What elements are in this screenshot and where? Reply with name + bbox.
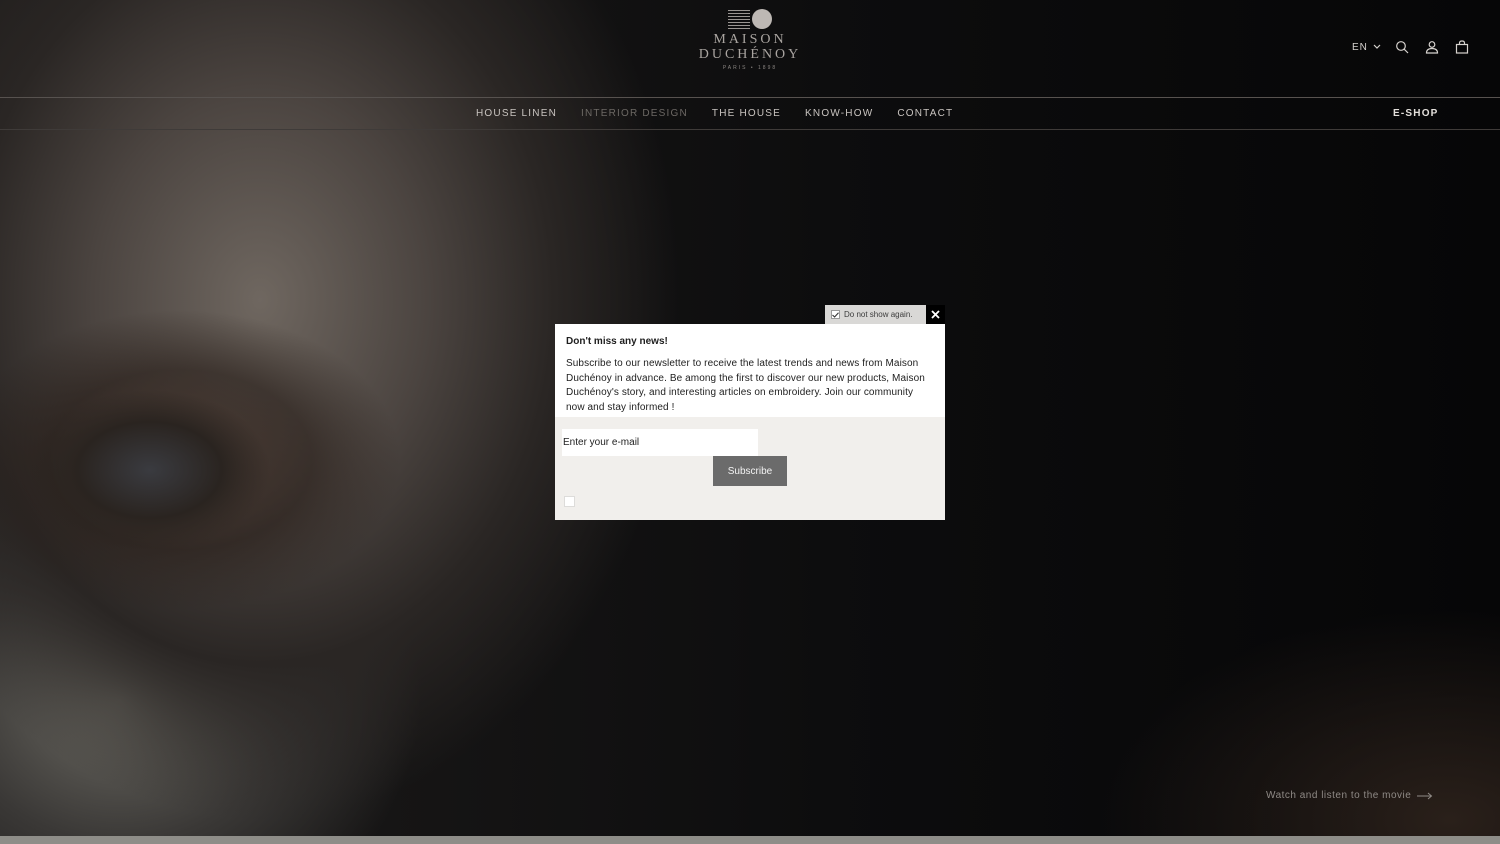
close-popup-button[interactable] — [926, 305, 945, 324]
nav-item-the-house[interactable]: THE HOUSE — [712, 108, 781, 119]
nav-item-know-how[interactable]: KNOW-HOW — [805, 108, 873, 119]
search-icon[interactable] — [1393, 38, 1411, 56]
nav-divider-bottom — [0, 129, 1500, 130]
logo-mark — [690, 6, 810, 32]
do-not-show-label: Do not show again. — [844, 310, 913, 319]
checkmark-icon — [832, 311, 839, 318]
nav-item-contact[interactable]: CONTACT — [897, 108, 953, 119]
popup-title: Don't miss any news! — [566, 336, 668, 347]
nav-item-interior-design[interactable]: INTERIOR DESIGN — [581, 108, 688, 119]
watch-movie-label: Watch and listen to the movie — [1266, 790, 1412, 801]
popup-body: Subscribe to our newsletter to receive t… — [566, 358, 925, 413]
arrow-right-icon — [1417, 792, 1433, 799]
subscribe-button[interactable]: Subscribe — [713, 456, 787, 486]
language-label: EN — [1352, 41, 1368, 53]
logo-circle-mark — [752, 9, 772, 29]
nav-divider-top — [0, 97, 1500, 98]
nav-item-house-linen[interactable]: HOUSE LINEN — [476, 108, 557, 119]
main-nav: HOUSE LINEN INTERIOR DESIGN THE HOUSE KN… — [476, 108, 953, 119]
chevron-down-icon — [1373, 44, 1381, 49]
language-selector[interactable]: EN — [1352, 42, 1381, 53]
nav-item-eshop[interactable]: E-SHOP — [1393, 108, 1439, 119]
popup-text-area: Don't miss any news! Subscribe to our ne… — [555, 324, 945, 417]
logo-word-1: MAISON — [713, 32, 787, 47]
bag-icon[interactable] — [1453, 38, 1471, 56]
header-utilities: EN — [1352, 38, 1471, 56]
consent-checkbox[interactable] — [564, 496, 575, 507]
do-not-show-checkbox[interactable] — [831, 310, 840, 319]
do-not-show-again-option[interactable]: Do not show again. — [825, 305, 926, 324]
newsletter-popup: Don't miss any news! Subscribe to our ne… — [555, 324, 945, 520]
bottom-strip — [0, 836, 1500, 844]
brand-logo[interactable]: MAISON DUCHÉNOY PARIS • 1898 — [690, 6, 810, 90]
watch-movie-link[interactable]: Watch and listen to the movie — [1266, 790, 1433, 801]
logo-lines-mark — [728, 9, 750, 29]
popup-controls: Do not show again. — [825, 305, 945, 324]
account-icon[interactable] — [1423, 38, 1441, 56]
logo-word-2: DUCHÉNOY — [698, 47, 802, 62]
logo-tagline: PARIS • 1898 — [722, 65, 778, 71]
email-input[interactable] — [562, 429, 758, 456]
close-icon — [931, 310, 940, 319]
